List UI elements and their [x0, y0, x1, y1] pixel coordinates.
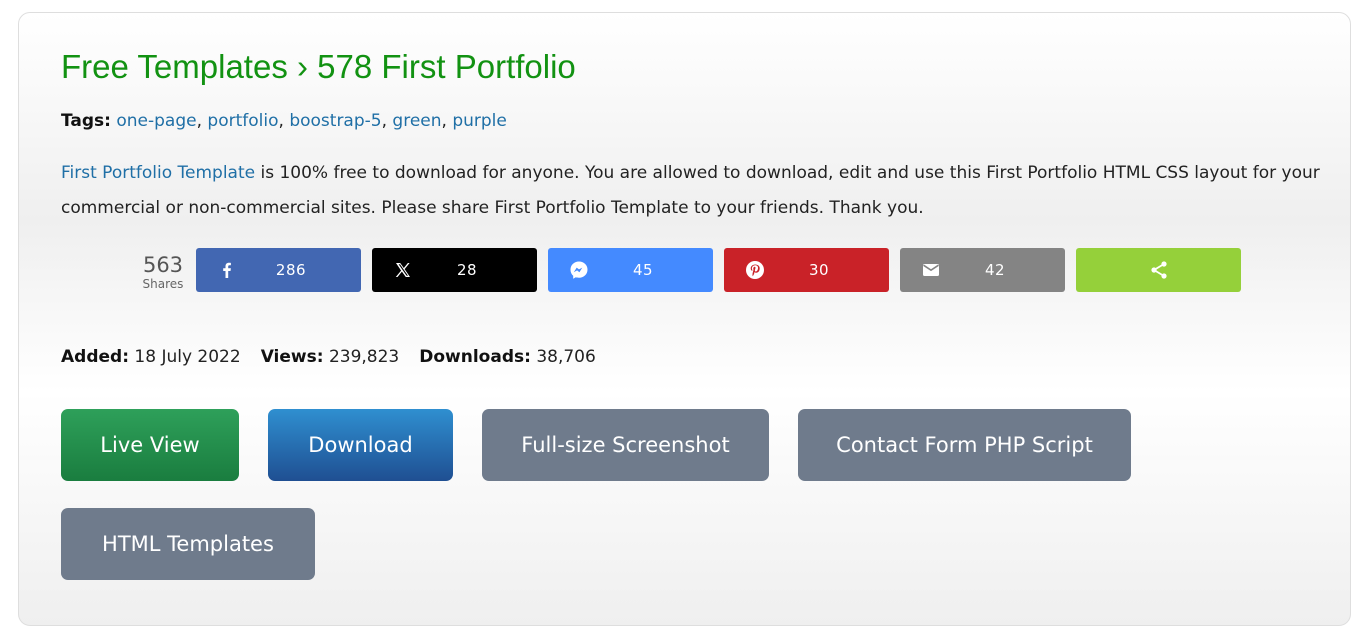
messenger-icon	[568, 259, 590, 281]
breadcrumb-free-templates[interactable]: Free Templates	[61, 48, 288, 85]
views-value: 239,823	[328, 347, 400, 367]
facebook-share-button[interactable]: 286	[196, 248, 361, 292]
tag-link[interactable]: green	[392, 111, 441, 131]
template-description: First Portfolio Template is 100% free to…	[61, 156, 1321, 226]
tag-link[interactable]: boostrap-5	[289, 111, 381, 131]
share-total-count: 563	[142, 253, 184, 277]
tag-link[interactable]: portfolio	[207, 111, 278, 131]
x-icon	[392, 259, 414, 281]
contact-form-php-script-button[interactable]: Contact Form PHP Script	[798, 409, 1131, 481]
email-icon	[920, 259, 942, 281]
breadcrumb-separator: ›	[297, 48, 308, 85]
x-share-count: 28	[456, 261, 478, 279]
more-share-button[interactable]	[1076, 248, 1241, 292]
pinterest-icon	[744, 259, 766, 281]
html-templates-button[interactable]: HTML Templates	[61, 508, 315, 580]
views-label: Views:	[260, 347, 324, 367]
template-name: 578 First Portfolio	[317, 48, 576, 85]
page-title: Free Templates › 578 First Portfolio	[61, 47, 576, 87]
pinterest-share-count: 30	[808, 261, 830, 279]
email-share-button[interactable]: 42	[900, 248, 1065, 292]
messenger-share-button[interactable]: 45	[548, 248, 713, 292]
share-icon	[1148, 259, 1170, 281]
tag-link[interactable]: one-page	[116, 111, 196, 131]
added-label: Added:	[61, 347, 129, 367]
share-total-label: Shares	[142, 277, 184, 291]
x-share-button[interactable]: 28	[372, 248, 537, 292]
downloads-label: Downloads:	[419, 347, 531, 367]
share-total: 563 Shares	[138, 253, 188, 291]
template-stats: Added: 18 July 2022 Views: 239,823 Downloa…	[61, 344, 596, 370]
email-share-count: 42	[984, 261, 1006, 279]
tag-link[interactable]: purple	[452, 111, 507, 131]
pinterest-share-button[interactable]: 30	[724, 248, 889, 292]
facebook-icon	[216, 259, 238, 281]
template-card: Free Templates › 578 First Portfolio Tag…	[18, 12, 1351, 626]
added-value: 18 July 2022	[134, 347, 241, 367]
live-view-button[interactable]: Live View	[61, 409, 239, 481]
messenger-share-count: 45	[632, 261, 654, 279]
tags-label: Tags:	[61, 111, 111, 131]
facebook-share-count: 286	[275, 261, 307, 279]
download-button[interactable]: Download	[268, 409, 453, 481]
full-size-screenshot-button[interactable]: Full-size Screenshot	[482, 409, 769, 481]
downloads-value: 38,706	[536, 347, 596, 367]
tags-row: Tags: one-page, portfolio, boostrap-5, g…	[61, 111, 507, 131]
template-link[interactable]: First Portfolio Template	[61, 163, 255, 183]
